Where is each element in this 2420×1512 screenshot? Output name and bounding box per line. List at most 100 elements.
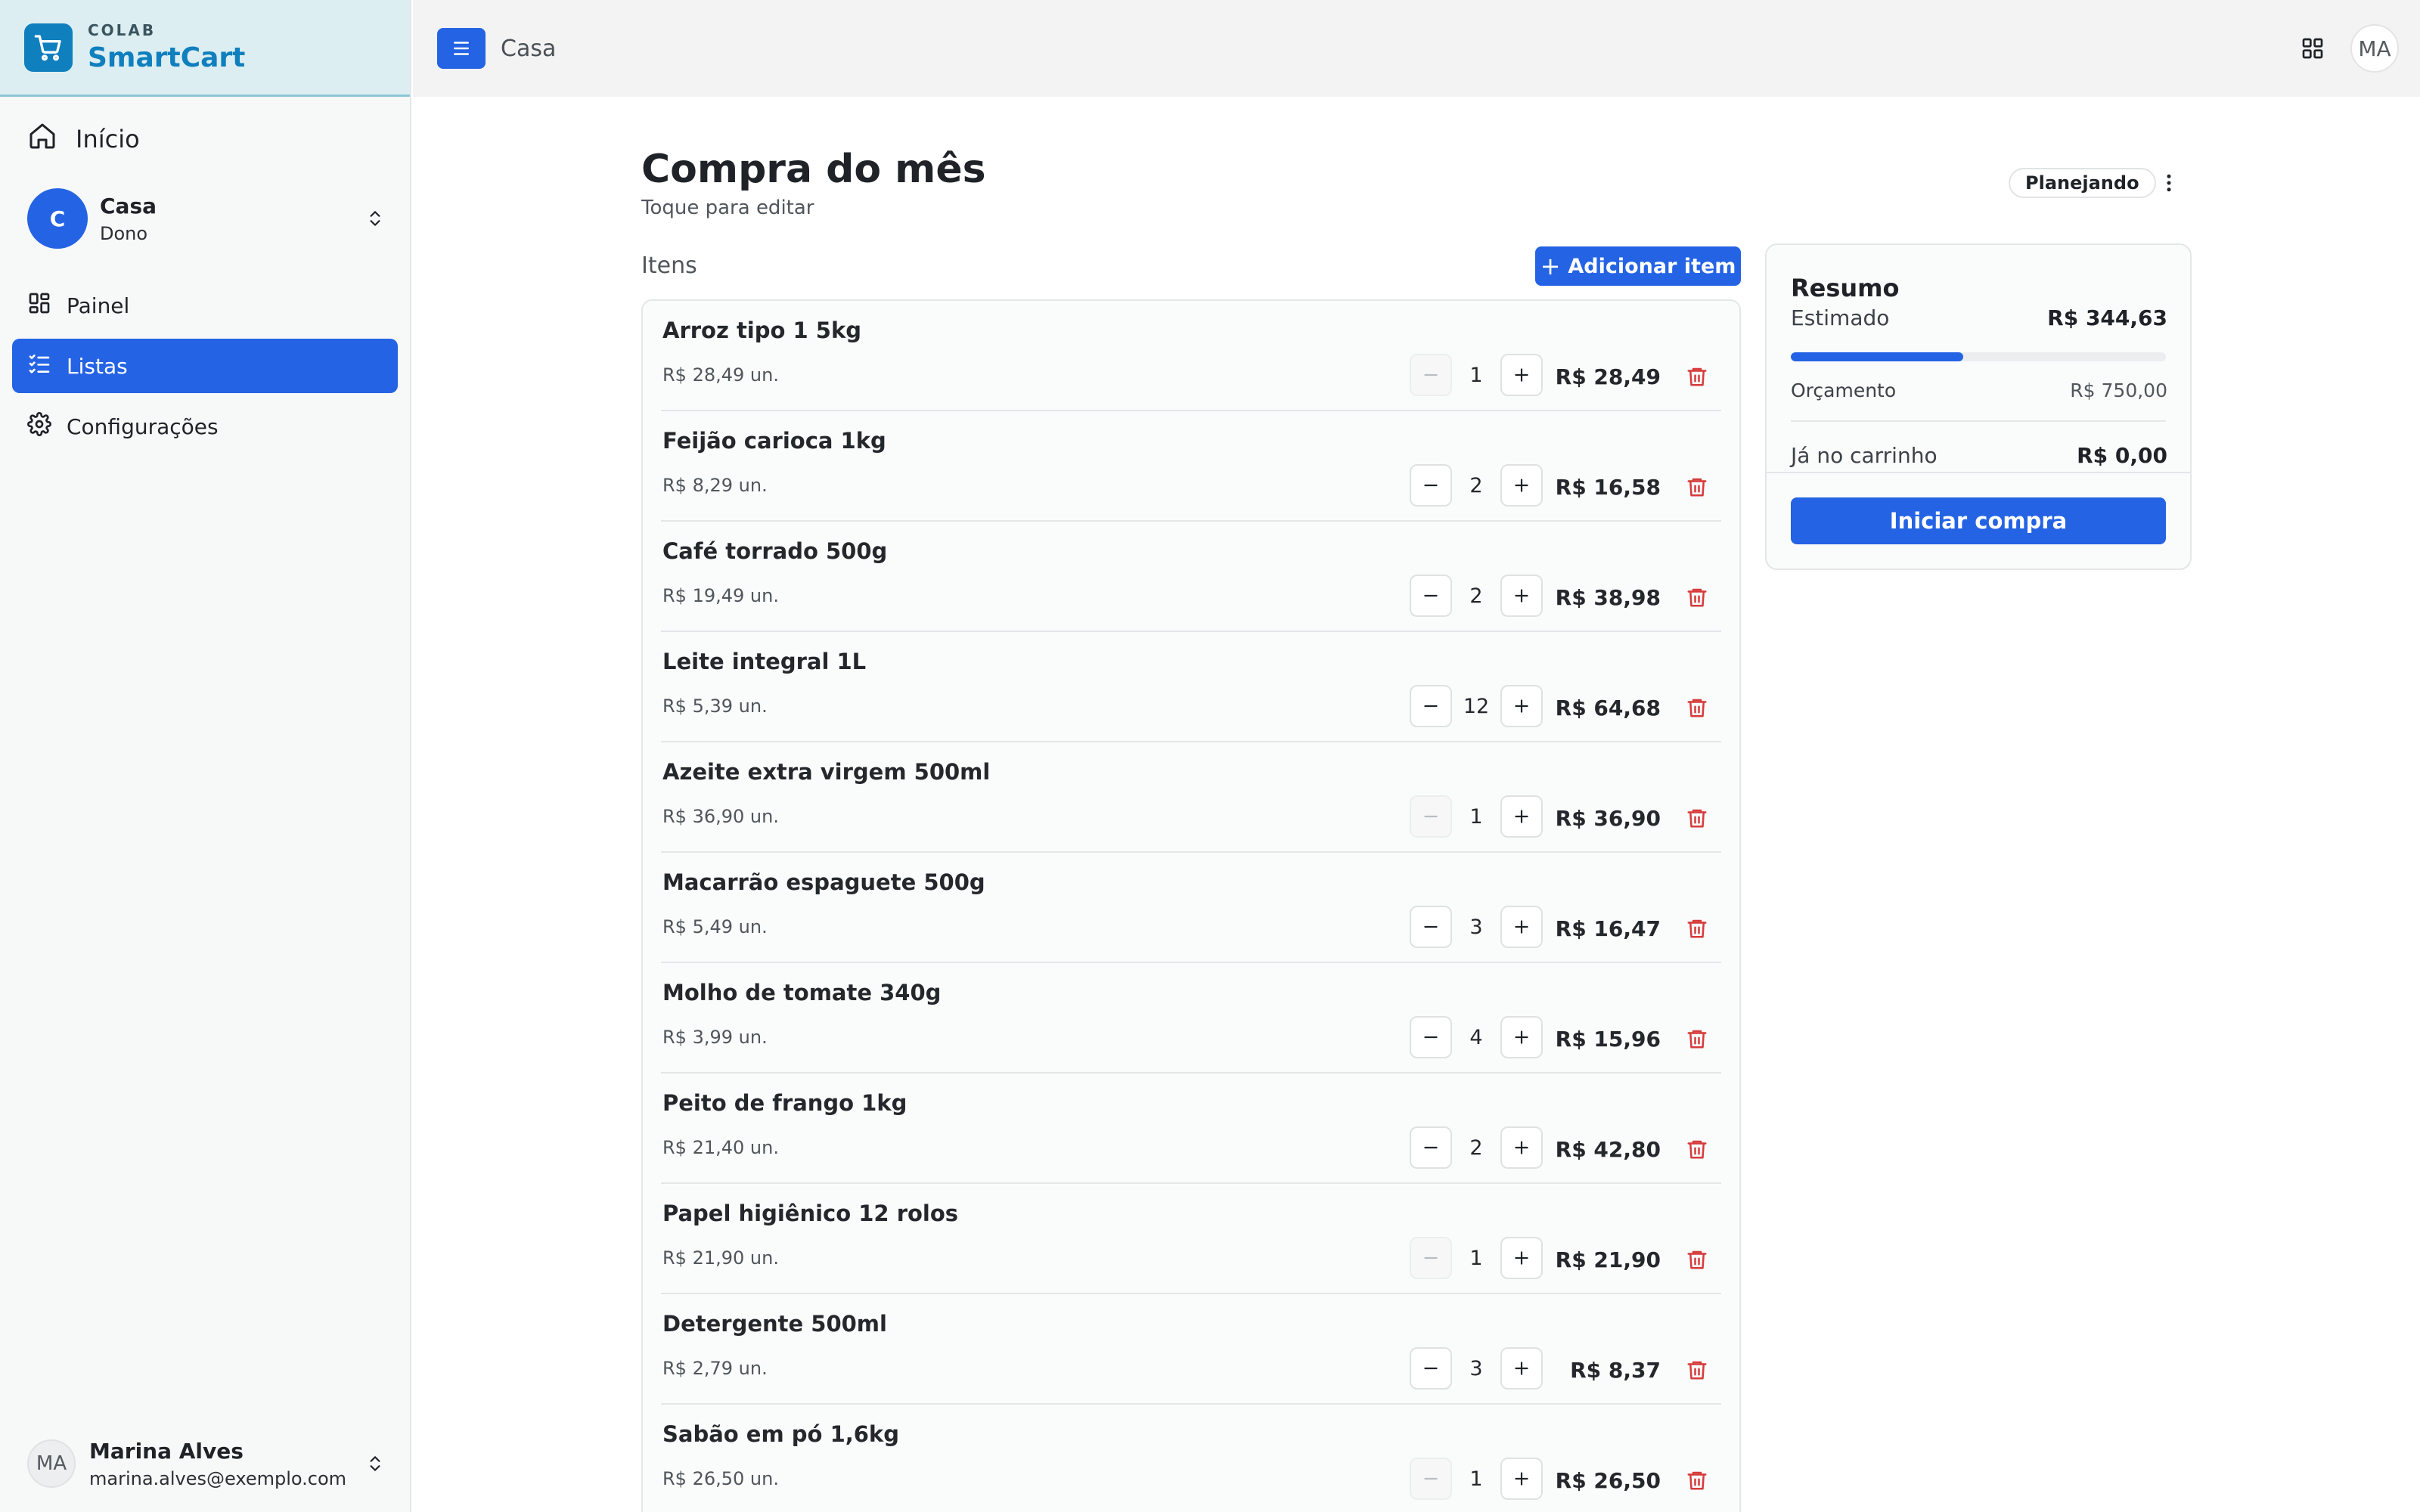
sidebar-item-configuracoes[interactable]: Configurações <box>12 399 398 454</box>
more-options-button[interactable] <box>2152 166 2186 200</box>
increase-button[interactable] <box>1500 575 1543 617</box>
budget-progress-bar <box>1791 352 2166 361</box>
increase-button[interactable] <box>1500 1347 1543 1390</box>
list-item[interactable]: Sabão em pó 1,6kg R$ 26,50 un. 1 R$ 26,5… <box>661 1405 1721 1512</box>
item-quantity: 3 <box>1469 1356 1483 1380</box>
decrease-button[interactable] <box>1410 795 1452 838</box>
delete-item-button[interactable] <box>1682 803 1712 833</box>
delete-item-button[interactable] <box>1682 692 1712 723</box>
sidebar: COLAB SmartCart Início C Casa Dono Paine… <box>0 0 411 1512</box>
list-item[interactable]: Azeite extra virgem 500ml R$ 36,90 un. 1… <box>661 742 1721 853</box>
decrease-button[interactable] <box>1410 1458 1452 1500</box>
budget-label: Orçamento <box>1791 380 1897 401</box>
trash-icon <box>1687 1471 1707 1490</box>
decrease-button[interactable] <box>1410 906 1452 948</box>
decrease-button[interactable] <box>1410 464 1452 507</box>
list-item[interactable]: Café torrado 500g R$ 19,49 un. 2 R$ 38,9… <box>661 522 1721 632</box>
delete-item-button[interactable] <box>1682 1244 1712 1275</box>
item-total: R$ 16,58 <box>1555 475 1661 500</box>
increase-button[interactable] <box>1500 1237 1543 1279</box>
minus-icon <box>1424 373 1438 376</box>
trash-icon <box>1687 588 1707 607</box>
increase-button[interactable] <box>1500 1458 1543 1500</box>
item-total: R$ 38,98 <box>1555 585 1661 610</box>
item-unit-price: R$ 5,39 un. <box>662 696 768 717</box>
item-total: R$ 8,37 <box>1570 1358 1661 1383</box>
delete-item-button[interactable] <box>1682 1134 1712 1164</box>
increase-button[interactable] <box>1500 464 1543 507</box>
decrease-button[interactable] <box>1410 354 1452 396</box>
list-item[interactable]: Feijão carioca 1kg R$ 8,29 un. 2 R$ 16,5… <box>661 411 1721 522</box>
minus-icon <box>1424 705 1438 708</box>
minus-icon <box>1424 594 1438 597</box>
item-quantity: 1 <box>1469 804 1483 829</box>
item-total: R$ 36,90 <box>1555 806 1661 831</box>
quantity-stepper: 1 <box>1410 1458 1543 1500</box>
item-name: Feijão carioca 1kg <box>662 428 886 454</box>
decrease-button[interactable] <box>1410 575 1452 617</box>
start-shopping-button[interactable]: Iniciar compra <box>1791 497 2166 544</box>
delete-item-button[interactable] <box>1682 1355 1712 1385</box>
list-item[interactable]: Arroz tipo 1 5kg R$ 28,49 un. 1 R$ 28,49 <box>661 301 1721 411</box>
quantity-stepper: 1 <box>1410 354 1543 396</box>
home-icon <box>27 121 57 157</box>
delete-item-button[interactable] <box>1682 472 1712 502</box>
add-item-button[interactable]: + Adicionar item <box>1535 246 1741 286</box>
list-item[interactable]: Peito de frango 1kg R$ 21,40 un. 2 R$ 42… <box>661 1074 1721 1184</box>
sidebar-nav: Painel Listas Configurações <box>12 278 398 460</box>
decrease-button[interactable] <box>1410 1126 1452 1169</box>
trash-icon <box>1687 1361 1707 1380</box>
budget-progress-fill <box>1791 352 1964 361</box>
nav-home[interactable]: Início <box>27 121 140 157</box>
delete-item-button[interactable] <box>1682 1024 1712 1054</box>
list-item[interactable]: Molho de tomate 340g R$ 3,99 un. 4 R$ 15… <box>661 963 1721 1074</box>
brand-header[interactable]: COLAB SmartCart <box>0 0 410 97</box>
avatar[interactable]: MA <box>2350 24 2399 73</box>
increase-button[interactable] <box>1500 1126 1543 1169</box>
sidebar-item-listas[interactable]: Listas <box>12 339 398 393</box>
increase-button[interactable] <box>1500 1016 1543 1058</box>
item-name: Arroz tipo 1 5kg <box>662 318 862 343</box>
plus-icon <box>1515 589 1528 603</box>
status-badge: Planejando <box>2009 168 2156 198</box>
item-unit-price: R$ 21,90 un. <box>662 1247 779 1269</box>
item-unit-price: R$ 2,79 un. <box>662 1358 768 1379</box>
item-total: R$ 64,68 <box>1555 696 1661 720</box>
org-switcher[interactable]: C Casa Dono <box>27 187 390 249</box>
trash-icon <box>1687 1250 1707 1269</box>
increase-button[interactable] <box>1500 906 1543 948</box>
user-menu[interactable]: MA Marina Alves marina.alves@exemplo.com <box>27 1438 390 1489</box>
increase-button[interactable] <box>1500 685 1543 727</box>
item-total: R$ 42,80 <box>1555 1137 1661 1162</box>
apps-grid-button[interactable] <box>2288 24 2337 73</box>
delete-item-button[interactable] <box>1682 361 1712 392</box>
list-check-icon <box>27 352 51 381</box>
plus-icon <box>1515 1362 1528 1375</box>
item-name: Macarrão espaguete 500g <box>662 869 985 895</box>
increase-button[interactable] <box>1500 795 1543 838</box>
brand-name: SmartCart <box>88 42 246 73</box>
decrease-button[interactable] <box>1410 1016 1452 1058</box>
delete-item-button[interactable] <box>1682 1465 1712 1495</box>
list-item[interactable]: Macarrão espaguete 500g R$ 5,49 un. 3 R$… <box>661 853 1721 963</box>
item-unit-price: R$ 21,40 un. <box>662 1137 779 1158</box>
decrease-button[interactable] <box>1410 685 1452 727</box>
page-title[interactable]: Compra do mês <box>641 147 986 192</box>
menu-toggle-button[interactable] <box>437 28 486 69</box>
increase-button[interactable] <box>1500 354 1543 396</box>
list-item[interactable]: Leite integral 1L R$ 5,39 un. 12 R$ 64,6… <box>661 632 1721 742</box>
item-quantity: 2 <box>1469 473 1483 497</box>
delete-item-button[interactable] <box>1682 582 1712 612</box>
decrease-button[interactable] <box>1410 1347 1452 1390</box>
list-item[interactable]: Detergente 500ml R$ 2,79 un. 3 R$ 8,37 <box>661 1294 1721 1405</box>
divider <box>1791 420 2166 422</box>
sidebar-item-painel[interactable]: Painel <box>12 278 398 333</box>
item-unit-price: R$ 36,90 un. <box>662 806 779 827</box>
estimated-label: Estimado <box>1791 305 1890 330</box>
item-quantity: 2 <box>1469 584 1483 608</box>
list-item[interactable]: Papel higiênico 12 rolos R$ 21,90 un. 1 … <box>661 1184 1721 1294</box>
delete-item-button[interactable] <box>1682 913 1712 943</box>
item-name: Azeite extra virgem 500ml <box>662 759 991 785</box>
item-quantity: 1 <box>1469 363 1483 387</box>
decrease-button[interactable] <box>1410 1237 1452 1279</box>
